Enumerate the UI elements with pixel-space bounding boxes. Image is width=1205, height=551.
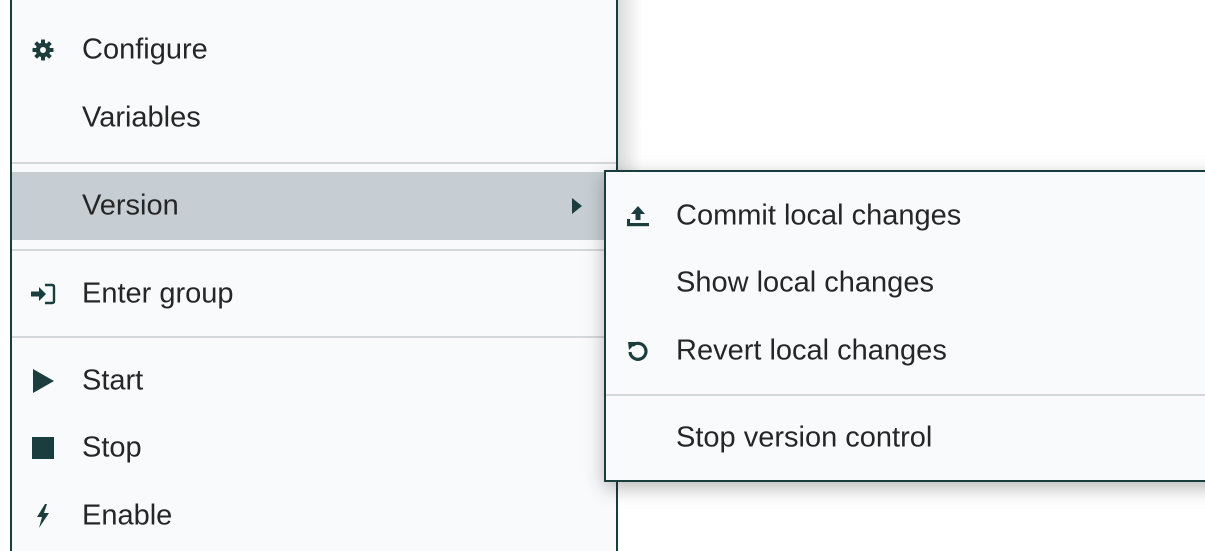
submenu-item-label: Stop version control xyxy=(676,421,933,454)
menu-item-version[interactable]: Version xyxy=(12,172,616,240)
menu-item-label: Stop xyxy=(82,431,142,464)
menu-divider xyxy=(12,162,616,164)
upload-icon xyxy=(624,202,652,230)
submenu-item-revert-local-changes[interactable]: Revert local changes xyxy=(606,317,1205,385)
submenu-divider xyxy=(606,394,1205,396)
menu-item-label: Variables xyxy=(82,101,201,134)
submenu-item-commit-local-changes[interactable]: Commit local changes xyxy=(606,182,1205,250)
menu-item-label: Enable xyxy=(82,499,173,532)
enter-group-icon xyxy=(29,280,57,308)
submenu-item-label: Revert local changes xyxy=(676,334,947,367)
stop-icon xyxy=(29,434,57,462)
menu-item-label: Version xyxy=(82,189,179,222)
menu-shadow xyxy=(618,0,642,170)
submenu-item-show-local-changes[interactable]: Show local changes xyxy=(606,249,1205,317)
menu-item-label: Enter group xyxy=(82,277,234,310)
menu-divider xyxy=(12,249,616,251)
menu-divider xyxy=(12,336,616,338)
lightning-icon xyxy=(29,502,57,530)
menu-item-variables[interactable]: Variables xyxy=(12,84,616,152)
submenu-item-label: Commit local changes xyxy=(676,199,962,232)
play-icon xyxy=(29,367,57,395)
menu-item-label: Configure xyxy=(82,33,208,66)
version-submenu: Commit local changes Show local changes … xyxy=(604,170,1205,482)
menu-item-enable[interactable]: Enable xyxy=(12,482,616,550)
context-menu: Configure Variables Version Enter group xyxy=(10,0,618,551)
submenu-item-stop-version-control[interactable]: Stop version control xyxy=(606,404,1205,472)
menu-item-start[interactable]: Start xyxy=(12,347,616,415)
menu-item-label: Start xyxy=(82,364,144,397)
submenu-item-label: Show local changes xyxy=(676,266,934,299)
canvas: Configure Variables Version Enter group xyxy=(0,0,1205,551)
menu-item-configure[interactable]: Configure xyxy=(12,16,616,84)
menu-item-stop[interactable]: Stop xyxy=(12,414,616,482)
undo-icon xyxy=(624,337,652,365)
submenu-arrow-icon xyxy=(572,198,582,214)
menu-item-enter-group[interactable]: Enter group xyxy=(12,260,616,328)
gear-icon xyxy=(29,36,57,64)
